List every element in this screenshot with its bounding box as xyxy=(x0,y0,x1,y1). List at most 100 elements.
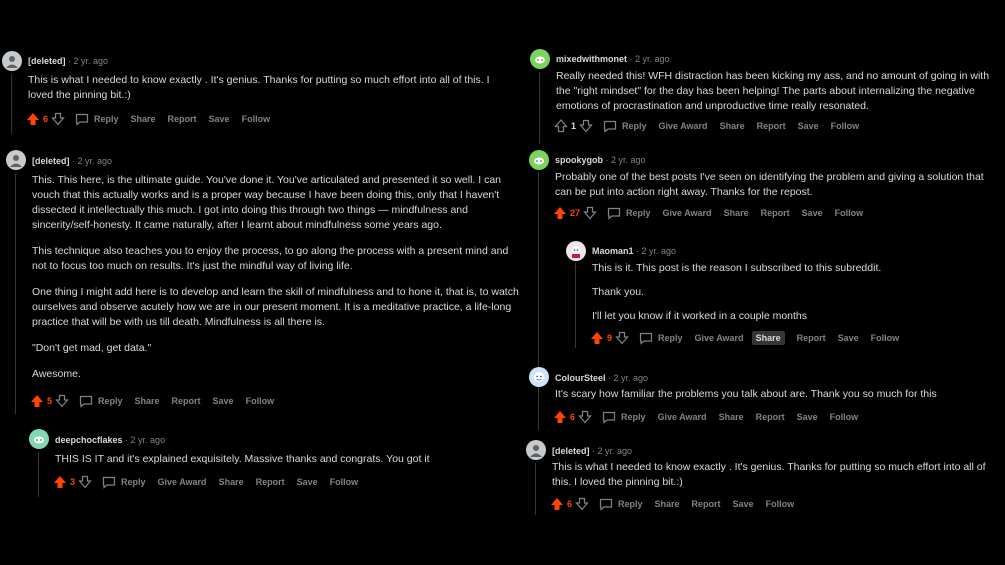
save-button[interactable]: Save xyxy=(213,396,234,406)
timestamp[interactable]: · 2 yr. ago xyxy=(608,373,648,383)
downvote-icon[interactable] xyxy=(579,119,593,133)
upvote-icon[interactable] xyxy=(554,119,568,133)
save-button[interactable]: Save xyxy=(797,412,818,422)
reply-button[interactable]: Reply xyxy=(602,411,646,424)
save-button[interactable]: Save xyxy=(802,208,823,218)
reply-button[interactable]: Reply xyxy=(75,113,119,126)
save-button[interactable]: Save xyxy=(798,121,819,131)
save-button[interactable]: Save xyxy=(838,333,859,343)
upvote-icon[interactable] xyxy=(30,394,44,408)
author-name[interactable]: [deleted] xyxy=(552,446,590,456)
comment-actions: 6 Reply Share Report Save Follow xyxy=(550,497,794,511)
thread-line[interactable] xyxy=(535,463,536,515)
upvote-icon[interactable] xyxy=(553,206,567,220)
timestamp[interactable]: · 2 yr. ago xyxy=(636,246,676,256)
reply-button[interactable]: Reply xyxy=(102,476,146,489)
give-award-button[interactable]: Give Award xyxy=(663,208,712,218)
share-button[interactable]: Share xyxy=(720,121,745,131)
share-button[interactable]: Share xyxy=(655,499,680,509)
timestamp[interactable]: · 2 yr. ago xyxy=(72,156,112,166)
snoo-icon xyxy=(534,157,544,165)
follow-button[interactable]: Follow xyxy=(330,477,359,487)
follow-button[interactable]: Follow xyxy=(835,208,864,218)
avatar[interactable] xyxy=(566,241,586,261)
comment-icon xyxy=(607,207,621,220)
report-button[interactable]: Report xyxy=(256,477,285,487)
avatar[interactable] xyxy=(526,440,546,460)
author-name[interactable]: spookygob xyxy=(555,155,603,165)
timestamp[interactable]: · 2 yr. ago xyxy=(125,435,165,445)
thread-line[interactable] xyxy=(15,174,16,414)
thread-line[interactable] xyxy=(38,452,39,497)
report-button[interactable]: Report xyxy=(168,114,197,124)
avatar[interactable] xyxy=(530,49,550,69)
downvote-icon[interactable] xyxy=(51,112,65,126)
author-name[interactable]: ColourSteel xyxy=(555,373,606,383)
avatar[interactable] xyxy=(29,429,49,449)
comment-meta: Maoman1 · 2 yr. ago xyxy=(592,246,676,256)
give-award-button[interactable]: Give Award xyxy=(695,333,744,343)
follow-button[interactable]: Follow xyxy=(830,412,859,422)
upvote-icon[interactable] xyxy=(550,497,564,511)
avatar[interactable] xyxy=(2,51,22,71)
timestamp[interactable]: · 2 yr. ago xyxy=(592,446,632,456)
report-button[interactable]: Report xyxy=(692,499,721,509)
follow-button[interactable]: Follow xyxy=(242,114,271,124)
author-name[interactable]: [deleted] xyxy=(32,156,70,166)
author-name[interactable]: Maoman1 xyxy=(592,246,634,256)
reply-button[interactable]: Reply xyxy=(79,395,123,408)
share-button[interactable]: Share xyxy=(751,331,785,345)
share-button[interactable]: Share xyxy=(131,114,156,124)
avatar[interactable] xyxy=(6,150,26,170)
report-button[interactable]: Report xyxy=(797,333,826,343)
share-button[interactable]: Share xyxy=(135,396,160,406)
save-button[interactable]: Save xyxy=(209,114,230,124)
downvote-icon[interactable] xyxy=(78,475,92,489)
comment-text: THIS IS IT and it's explained exquisitel… xyxy=(55,453,430,465)
downvote-icon[interactable] xyxy=(583,206,597,220)
thread-line[interactable] xyxy=(11,74,12,134)
share-button[interactable]: Share xyxy=(724,208,749,218)
report-button[interactable]: Report xyxy=(172,396,201,406)
follow-button[interactable]: Follow xyxy=(871,333,900,343)
reply-button[interactable]: Reply xyxy=(599,498,643,511)
avatar[interactable] xyxy=(529,367,549,387)
thread-line[interactable] xyxy=(538,390,539,430)
report-button[interactable]: Report xyxy=(761,208,790,218)
reply-button[interactable]: Reply xyxy=(639,332,683,345)
follow-button[interactable]: Follow xyxy=(246,396,275,406)
reply-button[interactable]: Reply xyxy=(603,120,647,133)
save-button[interactable]: Save xyxy=(733,499,754,509)
report-button[interactable]: Report xyxy=(756,412,785,422)
comment-actions: 9 Reply Give Award Share Report Save Fol… xyxy=(590,331,899,345)
timestamp[interactable]: · 2 yr. ago xyxy=(630,54,670,64)
thread-line[interactable] xyxy=(539,72,540,144)
timestamp[interactable]: · 2 yr. ago xyxy=(68,56,108,66)
upvote-icon[interactable] xyxy=(590,331,604,345)
follow-button[interactable]: Follow xyxy=(766,499,795,509)
share-button[interactable]: Share xyxy=(719,412,744,422)
author-name[interactable]: mixedwithmonet xyxy=(556,54,627,64)
timestamp[interactable]: · 2 yr. ago xyxy=(606,155,646,165)
downvote-icon[interactable] xyxy=(578,410,592,424)
upvote-icon[interactable] xyxy=(553,410,567,424)
upvote-icon[interactable] xyxy=(26,112,40,126)
downvote-icon[interactable] xyxy=(575,497,589,511)
give-award-button[interactable]: Give Award xyxy=(658,412,707,422)
share-button[interactable]: Share xyxy=(219,477,244,487)
give-award-button[interactable]: Give Award xyxy=(659,121,708,131)
follow-button[interactable]: Follow xyxy=(831,121,860,131)
downvote-icon[interactable] xyxy=(615,331,629,345)
downvote-icon[interactable] xyxy=(55,394,69,408)
give-award-button[interactable]: Give Award xyxy=(158,477,207,487)
thread-line[interactable] xyxy=(575,263,576,348)
upvote-icon[interactable] xyxy=(53,475,67,489)
report-button[interactable]: Report xyxy=(757,121,786,131)
avatar[interactable] xyxy=(529,150,549,170)
vote-count: 5 xyxy=(47,396,53,406)
author-name[interactable]: [deleted] xyxy=(28,56,66,66)
reply-button[interactable]: Reply xyxy=(607,207,651,220)
save-button[interactable]: Save xyxy=(297,477,318,487)
comment-text: This is it. This post is the reason I su… xyxy=(592,262,882,274)
author-name[interactable]: deepchocflakes xyxy=(55,435,123,445)
